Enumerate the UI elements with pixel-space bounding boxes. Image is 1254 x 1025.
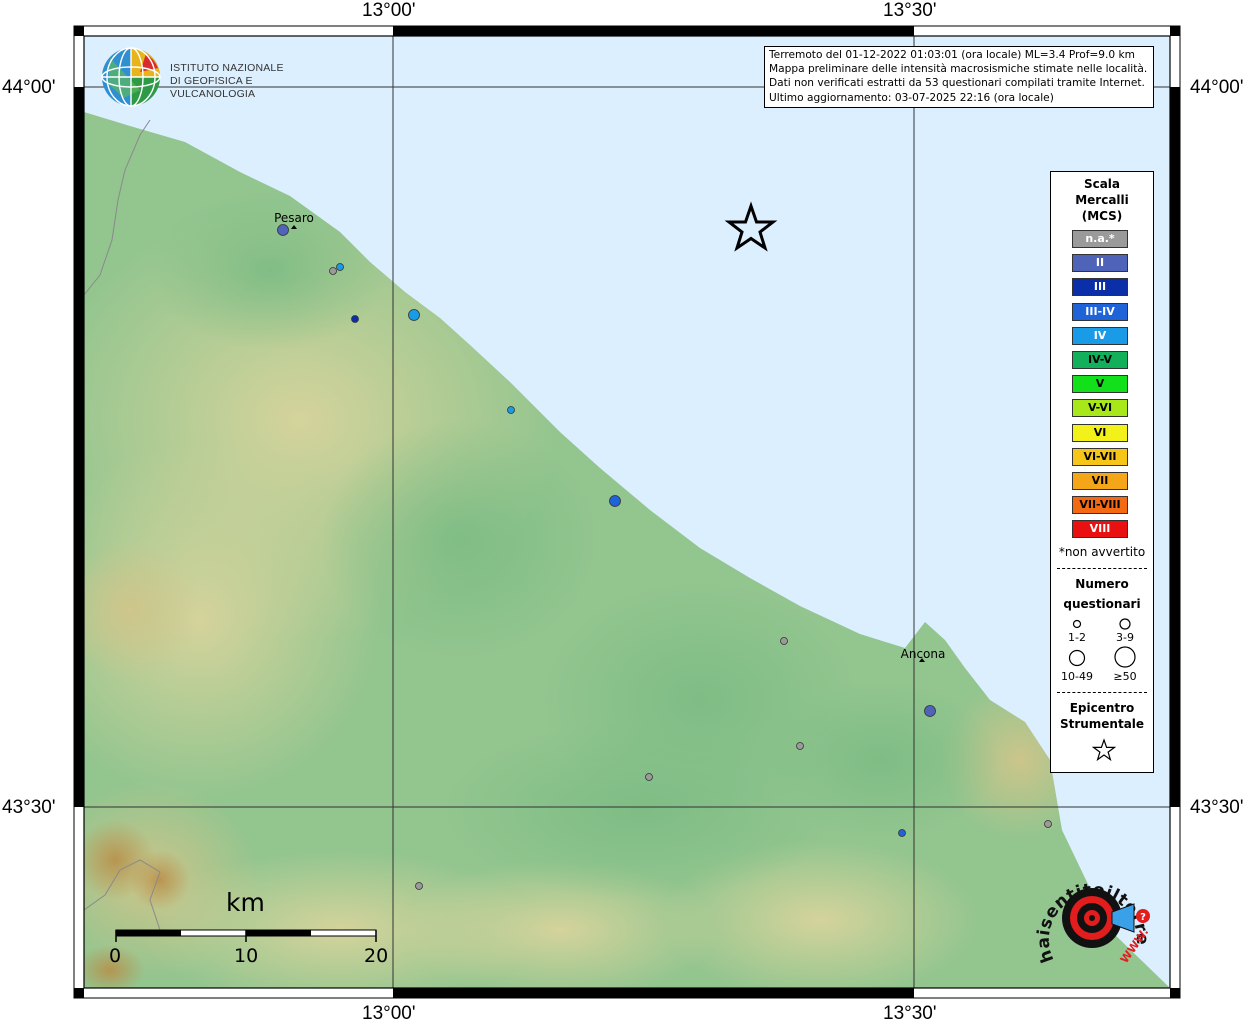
event-info-box: Terremoto del 01-12-2022 01:03:01 (ora l…	[764, 46, 1154, 108]
haisentito-logo: haisentitoilterremoto.it ? WWW.	[1021, 843, 1160, 978]
observation-point	[898, 829, 906, 837]
legend-epicenter-line1: Epicentro	[1069, 701, 1135, 715]
legend-count-circle-3-9	[1119, 618, 1131, 630]
legend-item-viii: VIII	[1072, 520, 1128, 539]
ingv-logo: ISTITUTO NAZIONALE DI GEOFISICA E VULCAN…	[100, 46, 330, 110]
scale-unit: km	[226, 888, 265, 917]
ingv-name: ISTITUTO NAZIONALE DI GEOFISICA E VULCAN…	[170, 62, 330, 101]
place-label-ancona: Ancona	[901, 647, 946, 661]
legend-separator	[1057, 568, 1147, 569]
observation-point	[408, 309, 420, 321]
lon-label-top-1330: 13°30'	[883, 0, 937, 21]
observation-point	[415, 882, 423, 890]
observation-point	[645, 773, 653, 781]
legend-title: Scala Mercalli (MCS)	[1051, 176, 1153, 224]
legend-count-title-line2: questionari	[1063, 597, 1141, 611]
legend-count-circle-10-49	[1068, 649, 1086, 667]
legend-title-line2: Mercalli	[1075, 193, 1129, 207]
lat-label-right-4330: 43°30'	[1190, 797, 1244, 818]
observation-point	[609, 495, 621, 507]
legend-title-line3: (MCS)	[1081, 209, 1123, 223]
legend-count-label-50: ≥50	[1113, 670, 1137, 683]
legend-count-title-line1: Numero	[1075, 577, 1129, 591]
legend: Scala Mercalli (MCS) n.a.* II III III-IV IV I…	[1050, 171, 1154, 773]
scale-tick-10: 10	[234, 945, 259, 967]
scale-bar: km 0 10 20	[108, 888, 398, 980]
lon-label-bottom-1300: 13°00'	[362, 1003, 416, 1024]
place-label-pesaro: Pesaro	[274, 211, 314, 225]
legend-item-vi-vii: VI-VII	[1072, 447, 1128, 466]
ingv-name-line2: DI GEOFISICA E VULCANOLOGIA	[170, 75, 256, 100]
lon-label-top-1300: 13°00'	[362, 0, 416, 21]
observation-point	[924, 705, 936, 717]
legend-item-vii-viii: VII-VIII	[1072, 496, 1128, 515]
legend-separator-2	[1057, 692, 1147, 693]
observation-point	[1044, 820, 1052, 828]
event-info-line2: Mappa preliminare delle intensità macros…	[769, 63, 1148, 76]
event-info-line1: Terremoto del 01-12-2022 01:03:01 (ora l…	[769, 49, 1135, 61]
scale-tick-0: 0	[109, 945, 122, 967]
globe-icon	[101, 47, 161, 107]
legend-item-v: V	[1072, 375, 1128, 394]
legend-item-na: n.a.*	[1072, 230, 1128, 248]
scale-tick-20: 20	[364, 945, 389, 967]
observation-point	[796, 742, 804, 750]
legend-item-vii: VII	[1072, 472, 1128, 490]
svg-text:?: ?	[1140, 912, 1146, 923]
observation-point	[329, 267, 337, 275]
legend-item-vi: VI	[1072, 423, 1128, 442]
legend-count-title: Numero questionari	[1051, 574, 1153, 614]
legend-epicenter-title: Epicentro Strumentale	[1051, 700, 1153, 732]
legend-not-felt-note: *non avvertito	[1058, 545, 1146, 559]
legend-count-label-10-49: 10-49	[1061, 670, 1093, 683]
legend-count-circle-50	[1114, 646, 1136, 668]
lat-label-left-4400: 44°00'	[2, 77, 56, 98]
legend-epicenter-line2: Strumentale	[1059, 717, 1145, 731]
event-info-line3: Dati non verificati estratti da 53 quest…	[769, 77, 1145, 90]
observation-point	[277, 224, 289, 236]
legend-star-icon	[1092, 738, 1116, 762]
legend-item-v-vi: V-VI	[1072, 399, 1128, 418]
observation-point	[780, 637, 788, 645]
lon-label-bottom-1330: 13°30'	[883, 1003, 937, 1024]
observation-point	[351, 315, 359, 323]
legend-count-label-1-2: 1-2	[1068, 631, 1086, 644]
legend-item-ii: II	[1072, 254, 1128, 273]
legend-item-iii-iv: III-IV	[1072, 302, 1128, 321]
event-info-line4: Ultimo aggiornamento: 03-07-2025 22:16 (…	[769, 91, 1054, 104]
legend-count-label-3-9: 3-9	[1116, 631, 1134, 644]
observation-point	[336, 263, 344, 271]
ingv-name-line1: ISTITUTO NAZIONALE	[170, 62, 284, 74]
lat-label-right-4400: 44°00'	[1190, 77, 1244, 98]
legend-item-iii: III	[1072, 278, 1128, 297]
legend-item-iv-v: IV-V	[1072, 351, 1128, 369]
legend-count-circle-1-2	[1072, 619, 1082, 629]
legend-title-line1: Scala	[1083, 177, 1121, 191]
legend-item-iv: IV	[1072, 326, 1128, 345]
lat-label-left-4330: 43°30'	[2, 797, 56, 818]
observation-point	[507, 406, 515, 414]
